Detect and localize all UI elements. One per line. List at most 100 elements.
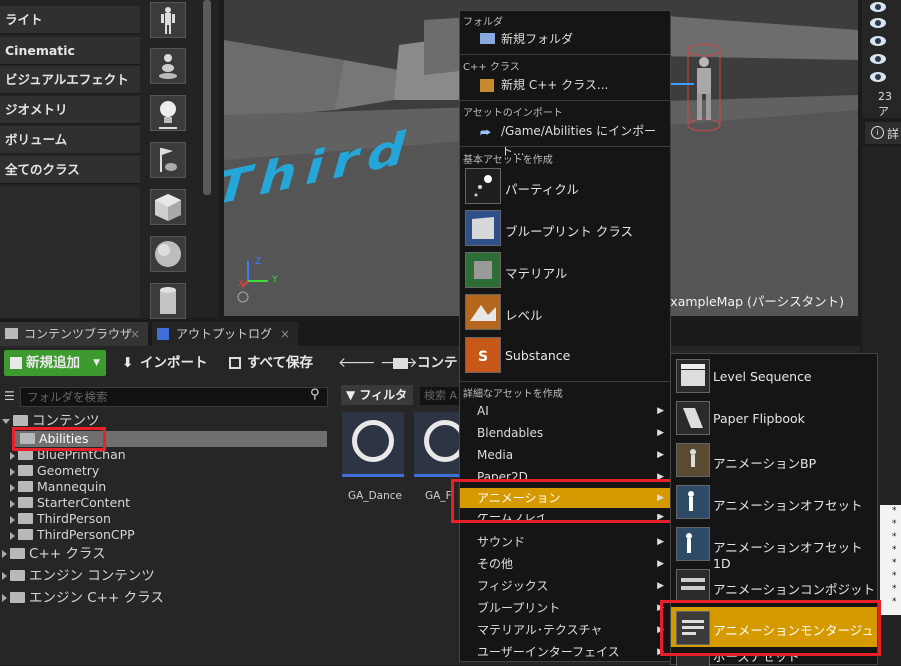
- animation-offset-icon[interactable]: [676, 485, 710, 519]
- level-icon[interactable]: [465, 294, 501, 330]
- eye-icon[interactable]: [870, 2, 886, 12]
- menu-new-cpp-class[interactable]: 新規 C++ クラス...: [460, 75, 670, 95]
- submenu-paper-flipbook[interactable]: Paper Flipbook: [713, 411, 805, 426]
- tree-item-thirdperson[interactable]: ThirdPerson: [10, 511, 111, 527]
- add-new-button[interactable]: 新規追加 ▼: [4, 350, 106, 376]
- tree-item-thirdpersoncpp[interactable]: ThirdPersonCPP: [10, 527, 135, 543]
- tab-output-log[interactable]: アウトプットログ ×: [152, 322, 298, 346]
- eye-icon[interactable]: [870, 36, 886, 46]
- folder-icon: [18, 481, 33, 492]
- menu-user-interface[interactable]: ユーザーインターフェイス ▶: [460, 642, 670, 662]
- submenu-animation-bp[interactable]: アニメーションBP: [713, 453, 816, 472]
- submenu-animation-composite[interactable]: アニメーションコンポジット: [713, 579, 875, 598]
- filter-button[interactable]: ▼ フィルタ: [341, 385, 413, 405]
- expand-icon[interactable]: [10, 483, 15, 492]
- folder-icon: [13, 414, 28, 426]
- asset-search-input[interactable]: 検索 A: [420, 387, 462, 405]
- asset-label: GA_Dance: [348, 490, 402, 502]
- menu-misc[interactable]: その他 ▶: [460, 554, 670, 574]
- tree-item-mannequin[interactable]: Mannequin: [10, 479, 106, 495]
- expand-icon[interactable]: [10, 467, 15, 476]
- tree-toggle-icon[interactable]: ☰: [4, 389, 18, 403]
- menu-blueprint-class[interactable]: ブループリント クラス: [505, 221, 633, 240]
- expand-icon[interactable]: [10, 499, 15, 508]
- flags-icon[interactable]: [150, 142, 186, 178]
- outliner-count: 23 ア: [878, 90, 892, 118]
- eye-icon[interactable]: [870, 72, 886, 82]
- menu-blendables[interactable]: Blendables ▶: [460, 423, 670, 443]
- menu-material[interactable]: マテリアル: [505, 263, 567, 282]
- menu-level[interactable]: レベル: [505, 305, 543, 324]
- tree-item-engine-content[interactable]: エンジン コンテンツ: [2, 568, 155, 584]
- close-icon[interactable]: ×: [280, 322, 290, 346]
- collapse-icon[interactable]: [2, 418, 10, 424]
- tree-item-geometry[interactable]: Geometry: [10, 463, 99, 479]
- cylinder-icon[interactable]: [150, 283, 186, 319]
- level-sequence-icon[interactable]: [676, 359, 710, 393]
- cone-icon[interactable]: [150, 48, 186, 84]
- category-all-classes[interactable]: 全てのクラス: [0, 156, 140, 184]
- tab-content-browser[interactable]: コンテンツブラウザ ×: [0, 322, 148, 346]
- mannequin-icon[interactable]: [150, 2, 186, 38]
- submenu-level-sequence[interactable]: Level Sequence: [713, 369, 812, 384]
- expand-icon[interactable]: [2, 572, 7, 580]
- tree-item-label: StarterContent: [37, 495, 131, 510]
- category-volume[interactable]: ボリューム: [0, 126, 140, 154]
- expand-icon[interactable]: [10, 515, 15, 524]
- tree-item-label: Geometry: [37, 463, 100, 478]
- substance-icon[interactable]: S: [465, 337, 501, 373]
- menu-media[interactable]: Media ▶: [460, 445, 670, 465]
- category-geometry[interactable]: ジオメトリ: [0, 96, 140, 124]
- expand-icon[interactable]: [2, 550, 7, 558]
- search-icon[interactable]: ⚲: [310, 387, 326, 405]
- sphere-icon[interactable]: [150, 236, 186, 272]
- menu-import-to[interactable]: ⮫ /Game/Abilities にインポート...: [460, 121, 670, 158]
- category-visual-effects[interactable]: ビジュアルエフェクト: [0, 66, 140, 94]
- tree-item-startercontent[interactable]: StarterContent: [10, 495, 130, 511]
- menu-physics[interactable]: フィジックス ▶: [460, 576, 670, 596]
- submenu-animation-offset-1d[interactable]: アニメーションオフセット1D: [713, 537, 877, 571]
- expand-icon[interactable]: [10, 451, 15, 460]
- paper-flipbook-icon[interactable]: [676, 401, 710, 435]
- menu-item-label: AI: [477, 404, 489, 418]
- submenu-animation-offset[interactable]: アニメーションオフセット: [713, 495, 863, 514]
- import-button[interactable]: ⬇ インポート: [120, 350, 208, 376]
- cube-icon[interactable]: [150, 189, 186, 225]
- eye-icon[interactable]: [870, 18, 886, 28]
- particle-icon[interactable]: [465, 168, 501, 204]
- new-folder-icon: [480, 33, 495, 44]
- menu-materials-textures[interactable]: マテリアル･テクスチャ ▶: [460, 620, 670, 640]
- tree-item-engine-cpp[interactable]: エンジン C++ クラス: [2, 590, 164, 606]
- path-label: コンテ: [417, 355, 458, 371]
- section-basic: 基本アセットを作成: [463, 155, 553, 166]
- import-arrow-icon: ⮫: [480, 126, 492, 140]
- animation-offset-1d-icon[interactable]: [676, 527, 710, 561]
- eye-icon[interactable]: [870, 54, 886, 64]
- place-panel-scrollbar[interactable]: [203, 0, 211, 195]
- tree-item-label: Mannequin: [37, 479, 107, 494]
- path-breadcrumb[interactable]: コンテ: [393, 350, 458, 376]
- menu-blueprint[interactable]: ブループリント ▶: [460, 598, 670, 618]
- menu-ai[interactable]: AI ▶: [460, 401, 670, 421]
- folder-search-input[interactable]: フォルダを検索: [20, 387, 328, 407]
- asset-tile[interactable]: [342, 412, 404, 477]
- light-bulb-icon[interactable]: [150, 95, 186, 131]
- menu-sound[interactable]: サウンド ▶: [460, 532, 670, 552]
- save-all-button[interactable]: すべて保存: [229, 350, 313, 376]
- expand-icon[interactable]: [10, 531, 15, 540]
- expand-icon[interactable]: [2, 594, 7, 602]
- close-icon[interactable]: ×: [130, 322, 140, 346]
- tree-item-cpp-classes[interactable]: C++ クラス: [2, 546, 106, 562]
- content-browser-icon: [5, 328, 18, 339]
- category-light[interactable]: ライト: [0, 6, 140, 34]
- category-cinematic[interactable]: Cinematic: [0, 37, 140, 65]
- details-tab[interactable]: i 詳: [865, 122, 901, 144]
- material-icon[interactable]: [465, 252, 501, 288]
- menu-new-folder[interactable]: 新規フォルダ: [460, 29, 670, 49]
- animation-bp-icon[interactable]: [676, 443, 710, 477]
- menu-substance[interactable]: Substance: [505, 348, 570, 363]
- blueprint-class-icon[interactable]: [465, 210, 501, 246]
- menu-item-label: ユーザーインターフェイス: [477, 645, 620, 659]
- animation-composite-icon[interactable]: [676, 569, 710, 603]
- menu-particle[interactable]: パーティクル: [505, 179, 579, 198]
